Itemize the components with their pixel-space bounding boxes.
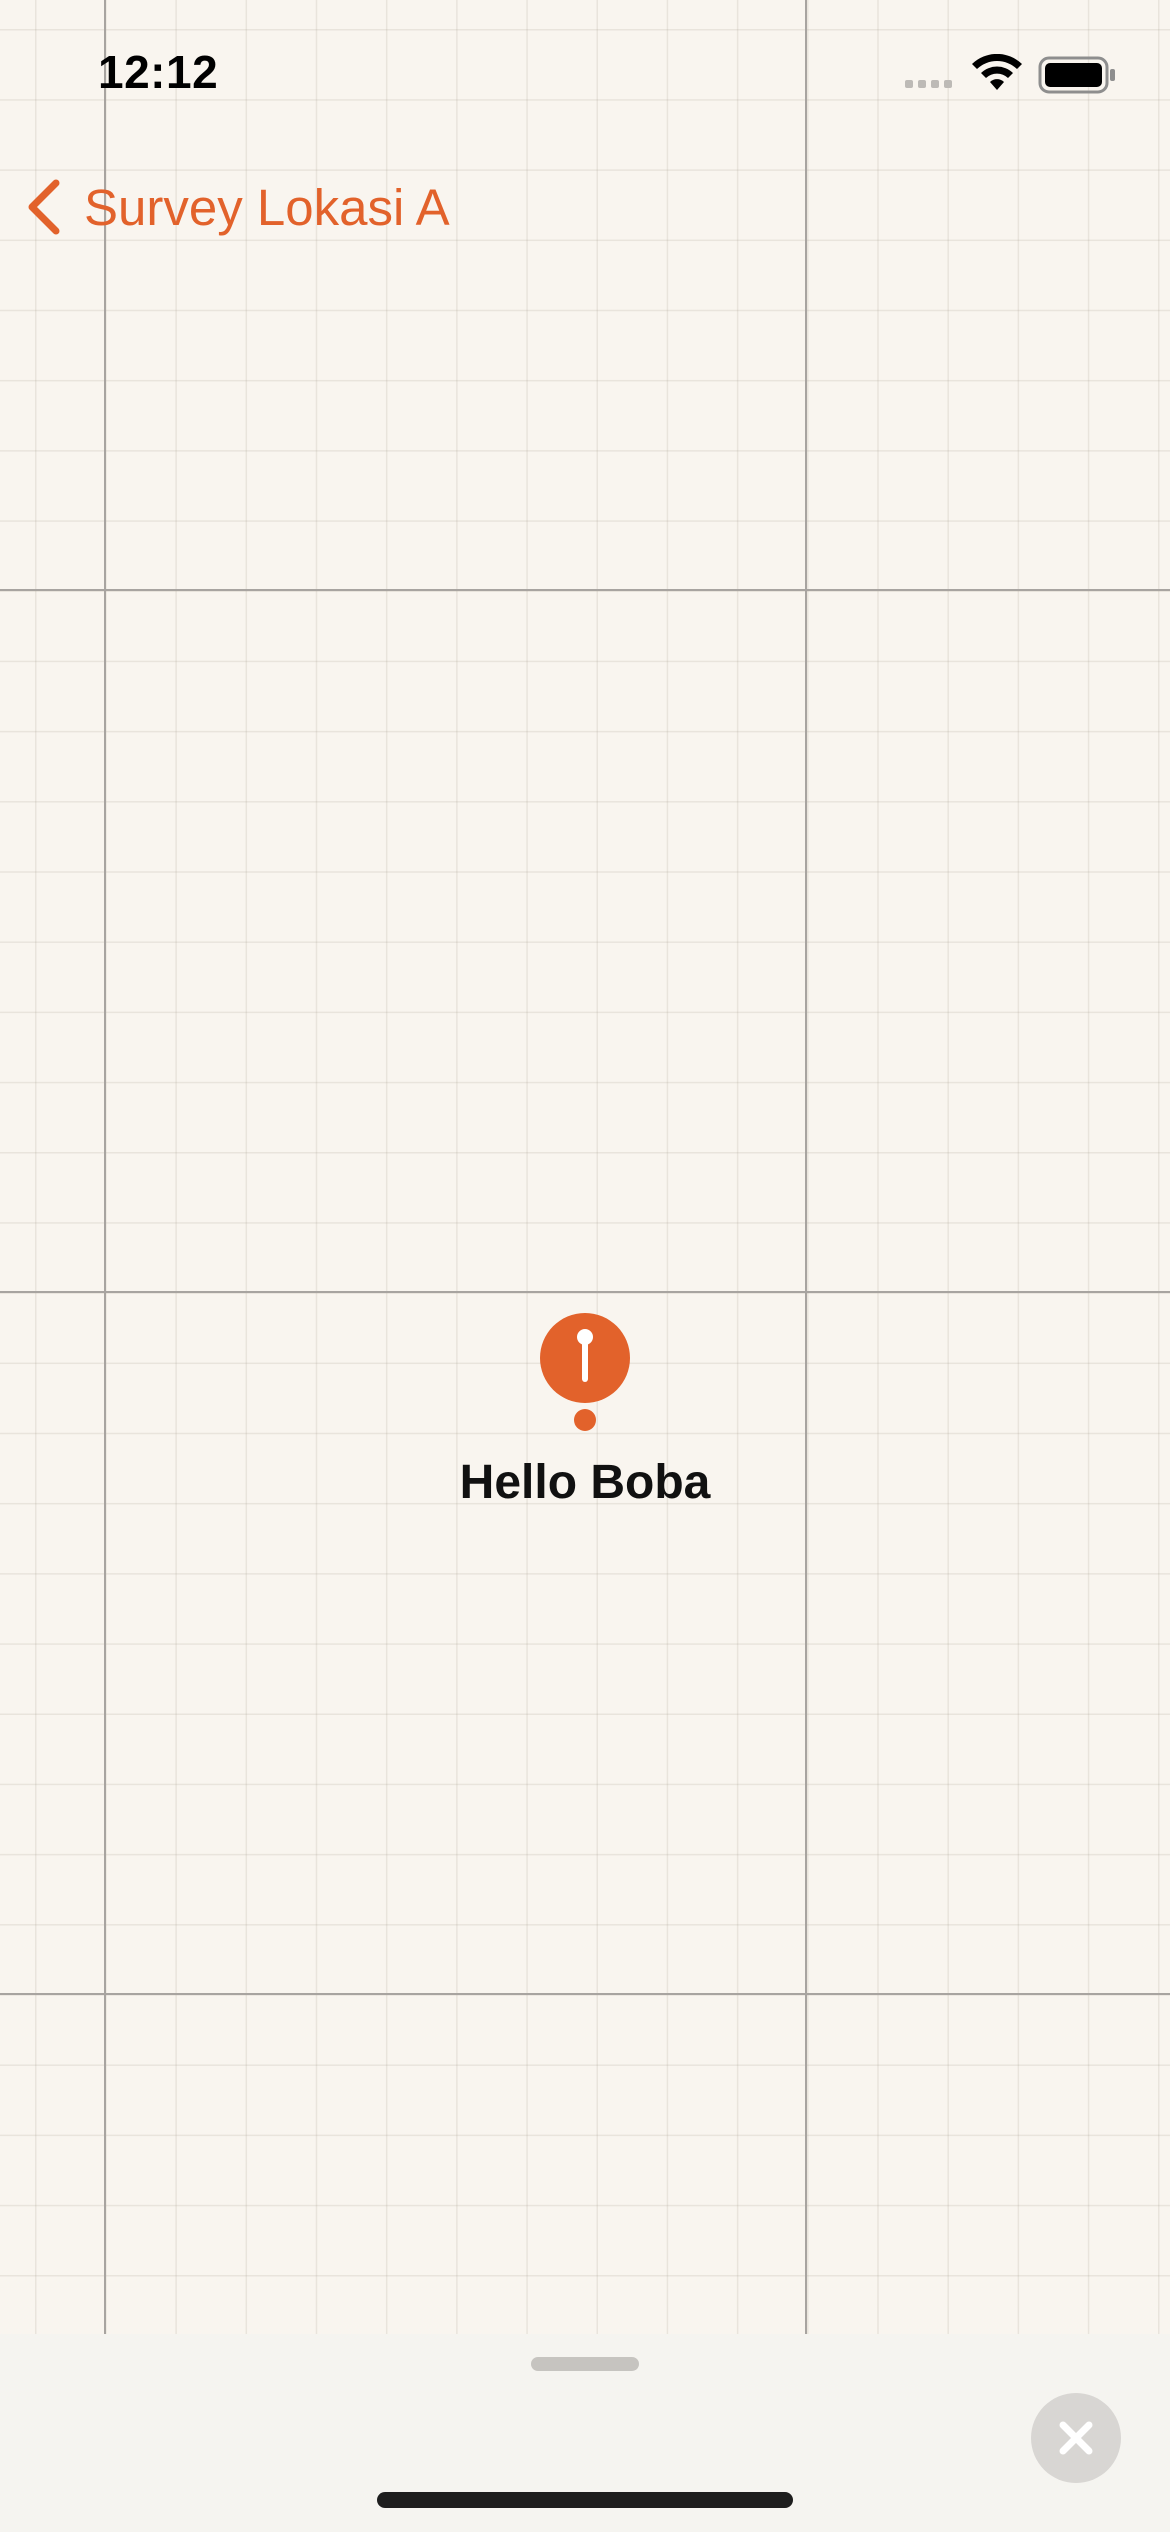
chevron-left-icon	[28, 179, 60, 235]
sheet-grabber-handle[interactable]	[531, 2357, 639, 2371]
close-icon	[1059, 2421, 1093, 2455]
grid-major-line	[805, 0, 807, 2334]
grid-major-line	[0, 1291, 1170, 1293]
status-time: 12:12	[98, 46, 219, 98]
wifi-icon	[972, 54, 1022, 90]
map-canvas[interactable]	[0, 0, 1170, 2334]
pin-label[interactable]: Hello Boba	[385, 1455, 785, 1510]
close-button[interactable]	[1031, 2393, 1121, 2483]
cellular-signal-icon	[905, 80, 952, 88]
pin-icon[interactable]	[539, 1312, 631, 1432]
back-button[interactable]: Survey Lokasi A	[24, 172, 450, 242]
bottom-sheet[interactable]	[0, 2334, 1170, 2532]
grid-major-line	[0, 589, 1170, 591]
grid-major-line	[104, 0, 106, 2334]
home-indicator	[377, 2492, 793, 2508]
battery-icon	[1038, 56, 1115, 94]
back-label: Survey Lokasi A	[84, 178, 450, 236]
map-screen: 12:12 Survey Lokasi A Hello Boba	[0, 0, 1170, 2532]
grid-major-line	[0, 1993, 1170, 1995]
